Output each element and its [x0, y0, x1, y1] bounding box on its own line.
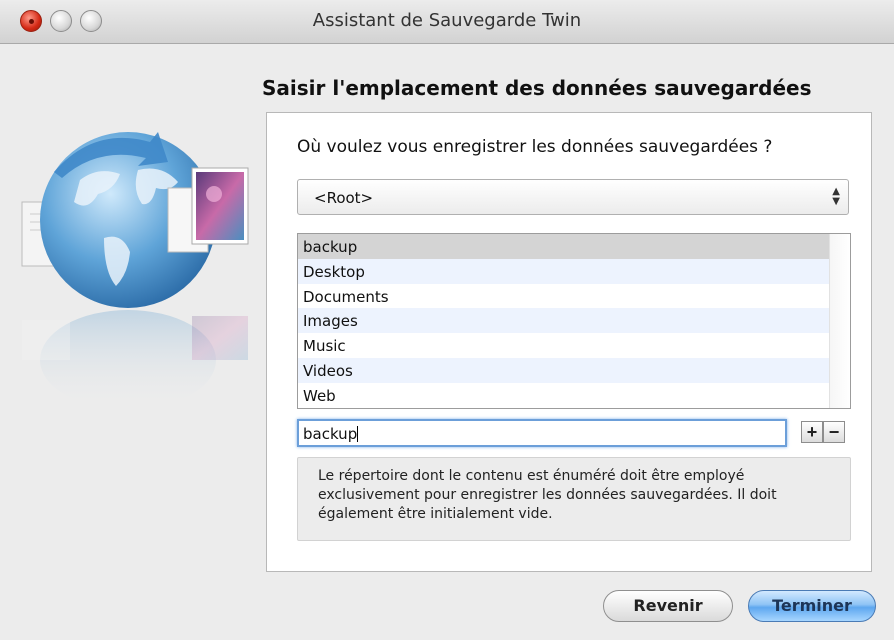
title-bar[interactable]: Assistant de Sauvegarde Twin — [0, 0, 894, 44]
folder-list-rows: backup Desktop Documents Images Music Videos W… — [298, 234, 830, 408]
folder-list-scrollbar[interactable] — [829, 234, 850, 408]
finish-button[interactable]: Terminer — [748, 590, 876, 622]
folder-list-item[interactable]: Videos — [298, 357, 830, 383]
folder-list-item[interactable]: Images — [298, 308, 830, 334]
folder-list-item[interactable]: Web — [298, 383, 830, 408]
folder-list[interactable]: backup Desktop Documents Images Music Videos W… — [297, 233, 851, 409]
updown-arrows-icon: ▲ ▼ — [832, 186, 840, 207]
location-select-value: <Root> — [314, 189, 374, 207]
content-panel: Où voulez vous enregistrer les données s… — [266, 112, 872, 572]
remove-folder-button[interactable]: − — [823, 421, 845, 443]
assistant-window: Assistant de Sauvegarde Twin Saisir l'em… — [0, 0, 894, 640]
globe-backup-illustration — [21, 132, 249, 410]
folder-list-item[interactable]: backup — [298, 234, 830, 259]
text-caret — [357, 426, 359, 442]
add-folder-button[interactable]: + — [801, 421, 823, 443]
folder-list-item[interactable]: Desktop — [298, 258, 830, 284]
info-text: Le répertoire dont le contenu est énumér… — [318, 468, 777, 522]
folder-name-input[interactable]: backup — [297, 419, 787, 447]
page-heading: Saisir l'emplacement des données sauvega… — [262, 76, 812, 100]
location-select[interactable]: <Root> ▲ ▼ — [297, 179, 849, 215]
folder-name-value: backup — [303, 425, 358, 443]
window-title: Assistant de Sauvegarde Twin — [312, 10, 582, 31]
folder-list-item[interactable]: Music — [298, 333, 830, 358]
info-box: Le répertoire dont le contenu est énumér… — [297, 457, 851, 541]
question-label: Où voulez vous enregistrer les données s… — [297, 137, 773, 157]
back-button[interactable]: Revenir — [603, 590, 733, 622]
folder-list-item[interactable]: Documents — [298, 284, 830, 309]
